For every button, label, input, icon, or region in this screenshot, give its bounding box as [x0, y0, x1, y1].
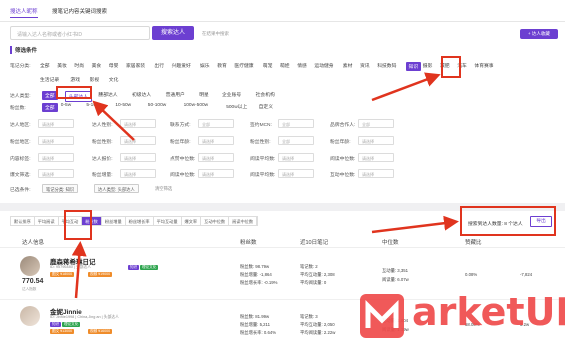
arrow-to-fans-sort — [71, 241, 87, 299]
marketup-watermark: arketUP — [360, 290, 565, 342]
arrow-to-head-talent — [92, 100, 135, 141]
arrow-to-export — [371, 215, 459, 234]
marketup-logo-icon — [360, 294, 404, 338]
watermark-text: arketUP — [412, 290, 565, 334]
arrow-to-knowledge — [371, 72, 441, 102]
